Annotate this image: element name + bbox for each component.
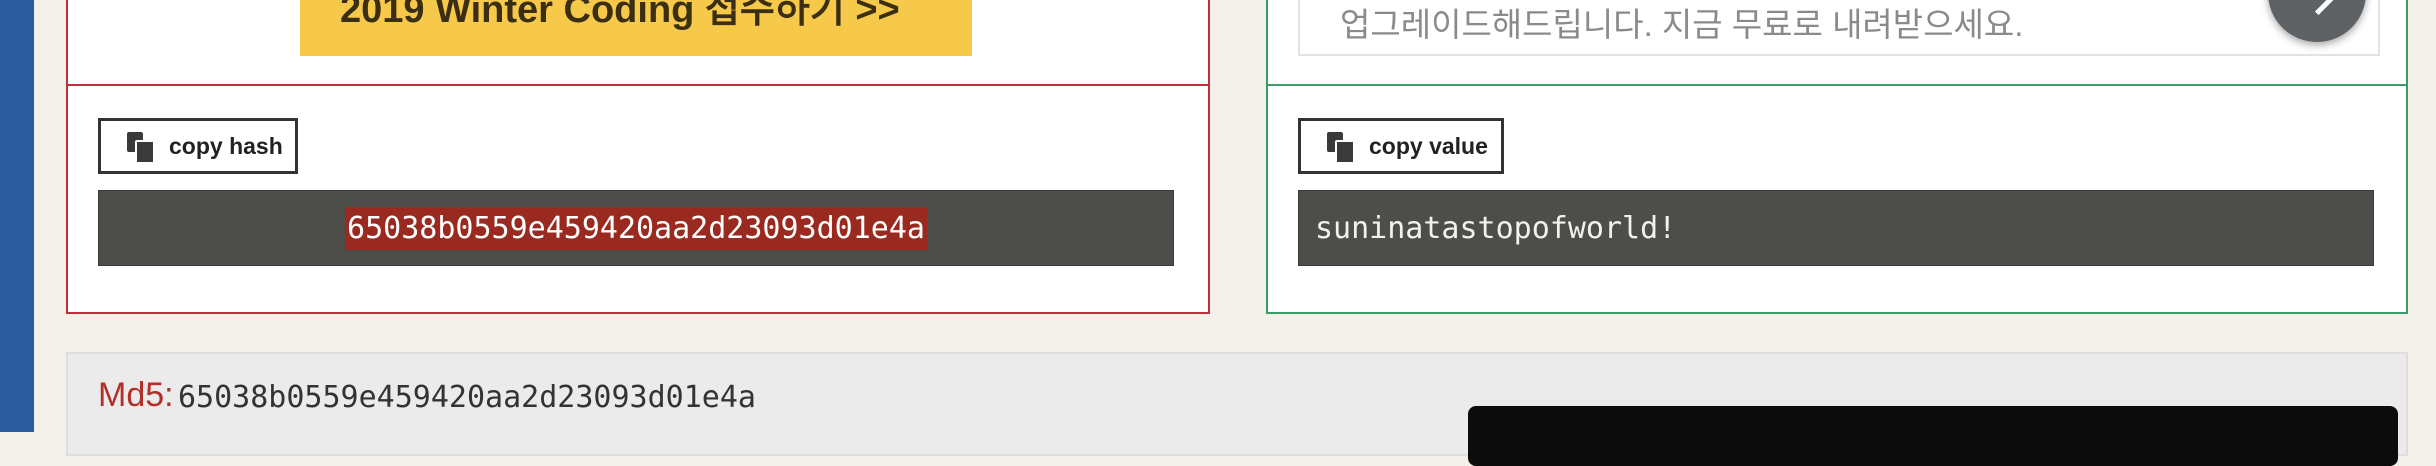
left-edge-strip bbox=[0, 0, 34, 432]
panel-divider bbox=[1268, 84, 2406, 86]
hash-output[interactable]: 65038b0559e459420aa2d23093d01e4a bbox=[98, 190, 1174, 266]
copy-hash-button[interactable]: copy hash bbox=[98, 118, 298, 174]
hash-panel: 2019 Winter Coding 접수하기 >> copy hash 650… bbox=[66, 0, 1210, 314]
copy-value-button[interactable]: copy value bbox=[1298, 118, 1504, 174]
ad-box[interactable]: 업그레이드해드립니다. 지금 무료로 내려받으세요. bbox=[1298, 0, 2380, 56]
copy-icon bbox=[1327, 132, 1355, 164]
value-text: suninatastopofworld! bbox=[1315, 210, 1677, 246]
copy-value-label: copy value bbox=[1369, 132, 1488, 159]
media-block bbox=[1468, 406, 2398, 466]
value-output[interactable]: suninatastopofworld! bbox=[1298, 190, 2374, 266]
panel-divider bbox=[68, 84, 1208, 86]
md5-label: Md5: bbox=[98, 376, 174, 414]
copy-hash-label: copy hash bbox=[169, 132, 283, 159]
next-button[interactable] bbox=[2268, 0, 2366, 42]
promo-text: 2019 Winter Coding 접수하기 >> bbox=[340, 0, 900, 31]
md5-result-panel: Md5: 65038b0559e459420aa2d23093d01e4a bbox=[66, 352, 2408, 466]
md5-value[interactable]: 65038b0559e459420aa2d23093d01e4a bbox=[178, 380, 756, 415]
copy-icon bbox=[127, 132, 155, 164]
promo-banner[interactable]: 2019 Winter Coding 접수하기 >> bbox=[300, 0, 972, 56]
chevron-right-icon bbox=[2297, 0, 2340, 16]
hash-text: 65038b0559e459420aa2d23093d01e4a bbox=[345, 206, 927, 250]
ad-text: 업그레이드해드립니다. 지금 무료로 내려받으세요. bbox=[1340, 6, 2024, 43]
value-panel: 업그레이드해드립니다. 지금 무료로 내려받으세요. copy value su… bbox=[1266, 0, 2408, 314]
